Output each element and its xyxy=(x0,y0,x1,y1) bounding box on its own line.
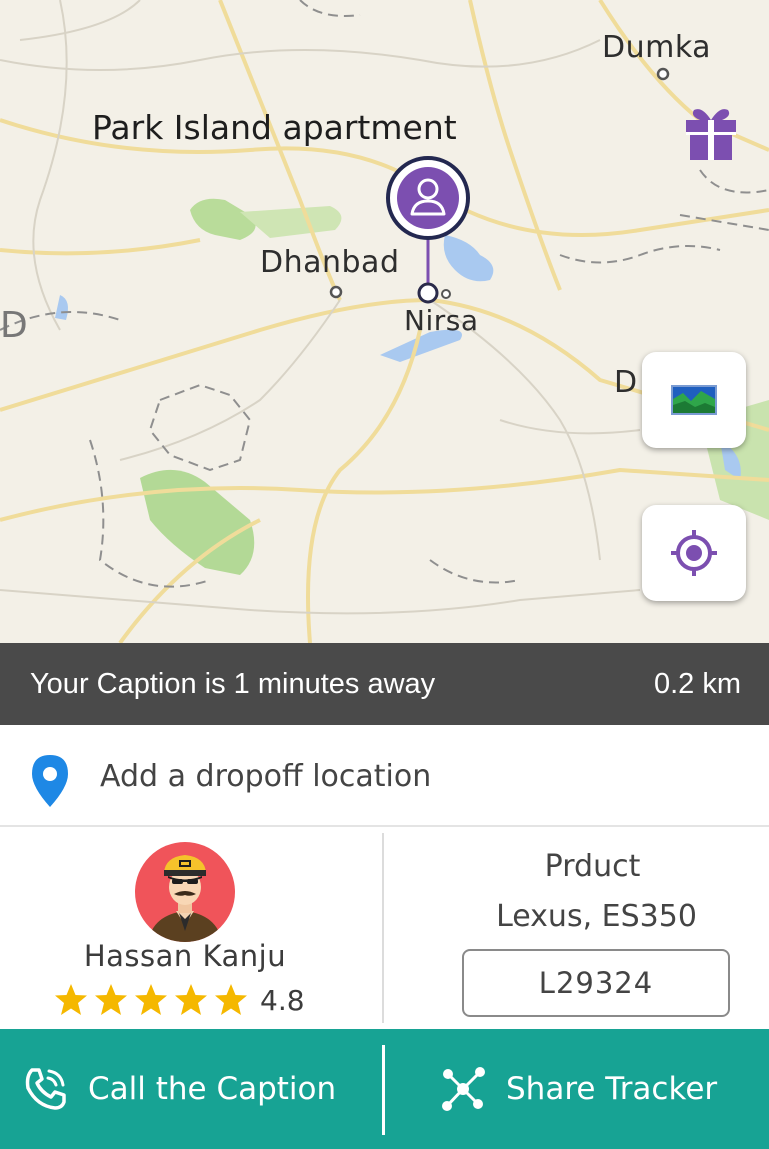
city-label-edge-right: D xyxy=(614,365,638,400)
star-icon xyxy=(135,984,167,1015)
city-label-edge-left: D xyxy=(0,305,29,346)
gift-icon[interactable] xyxy=(684,104,738,162)
share-tracker-button[interactable]: Share Tracker xyxy=(440,1029,717,1149)
pickup-place-title: Park Island apartment xyxy=(92,108,457,147)
vehicle-name: Lexus, ES350 xyxy=(496,899,697,934)
pickup-pin-icon[interactable] xyxy=(384,156,472,306)
map-view[interactable]: Dumka Dhanbad Nirsa D D Park Island apar… xyxy=(0,0,769,643)
map-layer-button[interactable] xyxy=(642,352,746,448)
star-icon xyxy=(55,984,87,1015)
call-caption-label: Call the Caption xyxy=(88,1071,337,1107)
action-bar: Call the Caption Share Tracker xyxy=(0,1029,769,1149)
eta-distance: 0.2 km xyxy=(653,667,741,700)
driver-avatar xyxy=(135,842,235,942)
city-label-nirsa: Nirsa xyxy=(404,304,479,337)
license-plate: L29324 xyxy=(462,949,730,1017)
add-dropoff-label: Add a dropoff location xyxy=(100,759,432,794)
call-caption-button[interactable]: Call the Caption xyxy=(22,1029,336,1149)
city-label-dumka: Dumka xyxy=(602,30,712,65)
location-pin-icon xyxy=(32,755,68,807)
map-layer-icon xyxy=(671,385,717,415)
phone-icon xyxy=(25,1068,66,1110)
add-dropoff-row[interactable]: Add a dropoff location xyxy=(0,725,769,827)
driver-rating-value: 4.8 xyxy=(260,983,305,1017)
star-icon xyxy=(215,984,247,1015)
star-icon xyxy=(175,984,207,1015)
share-tracker-label: Share Tracker xyxy=(506,1071,718,1107)
share-network-icon xyxy=(442,1067,485,1111)
eta-message: Your Caption is 1 minutes away xyxy=(30,667,436,700)
driver-info-panel: Hassan Kanju 4.8 Prduct Lexus, ES350 L29… xyxy=(0,827,769,1029)
driver-name: Hassan Kanju xyxy=(83,939,287,973)
star-icon xyxy=(95,984,127,1015)
vehicle-label: Prduct xyxy=(544,849,641,884)
my-location-button[interactable] xyxy=(642,505,746,601)
city-label-dhanbad: Dhanbad xyxy=(260,245,400,280)
driver-rating-stars: 4.8 xyxy=(54,983,305,1017)
eta-status-bar: Your Caption is 1 minutes away 0.2 km xyxy=(0,643,769,725)
action-divider xyxy=(382,1045,385,1135)
crosshair-icon xyxy=(671,530,717,576)
